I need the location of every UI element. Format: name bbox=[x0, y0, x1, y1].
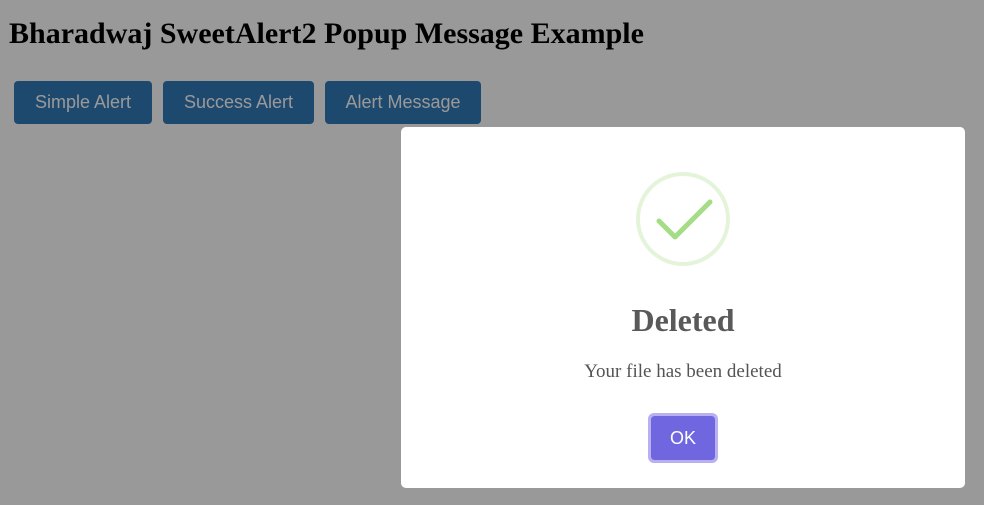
success-check-icon bbox=[635, 171, 731, 267]
dialog-title: Deleted bbox=[631, 302, 735, 338]
dialog-message: Your file has been deleted bbox=[584, 361, 782, 382]
ok-button[interactable]: OK bbox=[648, 413, 718, 463]
alert-dialog: Deleted Your file has been deleted OK bbox=[401, 127, 965, 488]
